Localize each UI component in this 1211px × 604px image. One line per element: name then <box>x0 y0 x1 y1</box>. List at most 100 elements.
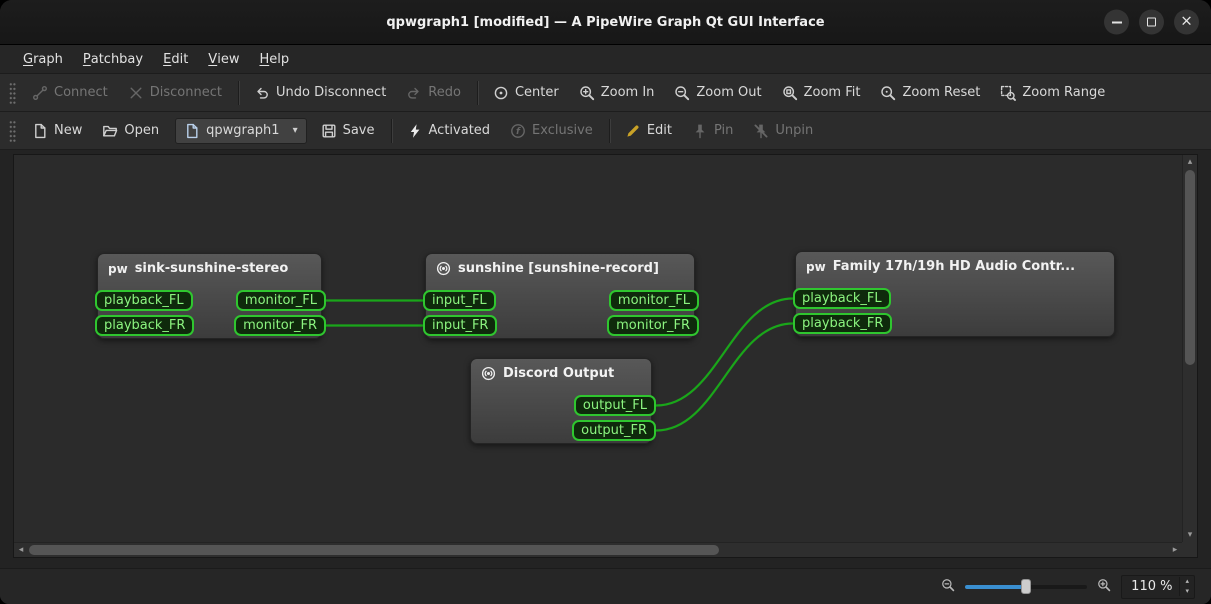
canvas-wrap: pw sink-sunshine-stereo playback_FL playbac… <box>0 150 1211 568</box>
statusbar: 110 % ▴ ▾ <box>0 568 1211 604</box>
close-icon: × <box>1180 11 1193 30</box>
save-button[interactable]: Save <box>312 117 384 145</box>
center-button[interactable]: Center <box>484 79 568 107</box>
port-family-playback_FR[interactable]: playback_FR <box>793 313 893 334</box>
node-header: pw sink-sunshine-stereo <box>98 254 321 276</box>
node-title: sunshine [sunshine-record] <box>458 261 659 276</box>
spin-down-icon[interactable]: ▾ <box>1180 587 1194 597</box>
slider-thumb[interactable] <box>1021 579 1032 594</box>
minimize-button[interactable] <box>1104 9 1129 35</box>
node-sink[interactable]: pw sink-sunshine-stereo playback_FLplaybac… <box>95 253 326 339</box>
zoom-fit-button[interactable]: Zoom Fit <box>773 79 870 107</box>
toolbar-label: Zoom Fit <box>803 85 861 100</box>
port-sunshine-monitor_FR[interactable]: monitor_FR <box>607 315 699 336</box>
zoom-reset-icon <box>880 85 896 101</box>
pipewire-icon: pw <box>806 259 826 274</box>
pin-icon <box>692 123 708 139</box>
port-sink-monitor_FR[interactable]: monitor_FR <box>234 315 326 336</box>
unpin-button[interactable]: Unpin <box>744 117 822 145</box>
port-label: playback_FR <box>802 316 884 331</box>
node-title: Family 17h/19h HD Audio Contr... <box>832 259 1076 274</box>
port-sink-playback_FL[interactable]: playback_FL <box>95 290 193 311</box>
zoom-in-icon <box>579 85 595 101</box>
zoom-fit-icon <box>782 85 798 101</box>
exclusive-button[interactable]: f Exclusive <box>501 117 602 145</box>
scroll-down-arrow-icon[interactable]: ▾ <box>1183 528 1197 542</box>
port-sink-monitor_FL[interactable]: monitor_FL <box>235 290 326 311</box>
zoom-range-button[interactable]: Zoom Range <box>991 79 1114 107</box>
toolbar-label: Open <box>124 123 160 138</box>
toolbar-grip[interactable] <box>9 81 16 104</box>
toolbar-separator <box>390 118 393 143</box>
port-family-playback_FL[interactable]: playback_FL <box>793 288 891 309</box>
scroll-left-arrow-icon[interactable]: ◂ <box>14 543 28 557</box>
toolbar-label: Exclusive <box>532 123 593 138</box>
node-title: sink-sunshine-stereo <box>134 261 289 276</box>
activated-button[interactable]: Activated <box>398 117 500 145</box>
connection-wire[interactable] <box>655 322 794 432</box>
redo-button[interactable]: Redo <box>397 79 470 107</box>
redo-icon <box>406 85 422 101</box>
close-button[interactable]: × <box>1174 9 1199 35</box>
maximize-button[interactable] <box>1139 9 1164 35</box>
new-icon <box>32 123 48 139</box>
horizontal-scroll-thumb[interactable] <box>29 545 719 555</box>
scroll-right-arrow-icon[interactable]: ▸ <box>1168 543 1182 557</box>
window-controls: × <box>1104 9 1199 35</box>
zoom-in-icon[interactable] <box>1097 578 1111 596</box>
toolbar-label: Edit <box>646 123 672 138</box>
zoom-out-button[interactable]: Zoom Out <box>665 79 770 107</box>
port-label: input_FR <box>432 318 489 333</box>
zoom-in-button[interactable]: Zoom In <box>570 79 664 107</box>
pin-button[interactable]: Pin <box>683 117 742 145</box>
port-discord-output_FR[interactable]: output_FR <box>572 420 656 441</box>
connect-button[interactable]: Connect <box>23 79 117 107</box>
port-discord-output_FL[interactable]: output_FL <box>573 395 656 416</box>
window-title: qpwgraph1 [modified] — A PipeWire Graph … <box>386 14 825 30</box>
menu-graph[interactable]: Graph <box>13 45 73 73</box>
toolbar-grip[interactable] <box>9 119 16 142</box>
vertical-scrollbar[interactable]: ▴ ▾ <box>1182 155 1197 542</box>
toolbar-label: qpwgraph1 <box>206 123 280 138</box>
port-sunshine-input_FR[interactable]: input_FR <box>423 315 498 336</box>
menu-view[interactable]: View <box>198 45 249 73</box>
toolbar-main: Connect Disconnect Undo Disconnect Redo Cent… <box>0 74 1211 112</box>
toolbar-separator <box>237 80 240 105</box>
undo-disconnect-button[interactable]: Undo Disconnect <box>245 79 395 107</box>
node-header: pw Family 17h/19h HD Audio Contr... <box>796 252 1114 274</box>
menu-help[interactable]: Help <box>249 45 299 73</box>
new-button[interactable]: New <box>23 117 91 145</box>
record-icon <box>481 366 496 381</box>
horizontal-scrollbar[interactable]: ◂ ▸ <box>14 542 1182 557</box>
zoom-reset-button[interactable]: Zoom Reset <box>871 79 989 107</box>
graph-canvas[interactable]: pw sink-sunshine-stereo playback_FL playbac… <box>14 155 1182 542</box>
disconnect-button[interactable]: Disconnect <box>119 79 231 107</box>
toolbar-label: Redo <box>428 85 461 100</box>
session-combo[interactable]: qpwgraph1 ▾ <box>175 117 307 144</box>
zoom-spinbox[interactable]: 110 % ▴ ▾ <box>1121 574 1195 599</box>
zoom-slider[interactable] <box>965 578 1088 595</box>
menubar: Graph Patchbay Edit View Help <box>0 45 1211 74</box>
node-family[interactable]: pw Family 17h/19h HD Audio Contr... playba… <box>793 251 1115 337</box>
spin-arrows: ▴ ▾ <box>1179 576 1194 597</box>
titlebar[interactable]: qpwgraph1 [modified] — A PipeWire Graph … <box>0 0 1211 45</box>
node-sunshine[interactable]: sunshine [sunshine-record] input_FL input_… <box>423 253 699 339</box>
zoom-out-icon[interactable] <box>941 578 955 596</box>
toolbar-separator <box>476 80 479 105</box>
toolbar-label: Unpin <box>775 123 814 138</box>
menu-edit[interactable]: Edit <box>153 45 198 73</box>
port-label: monitor_FL <box>244 293 317 308</box>
open-button[interactable]: Open <box>93 117 168 145</box>
port-sunshine-monitor_FL[interactable]: monitor_FL <box>608 290 699 311</box>
port-sink-playback_FR[interactable]: playback_FR <box>95 315 195 336</box>
menu-patchbay[interactable]: Patchbay <box>73 45 153 73</box>
zoom-value: 110 % <box>1131 579 1173 594</box>
spin-up-icon[interactable]: ▴ <box>1180 577 1194 587</box>
port-label: playback_FL <box>104 293 184 308</box>
scroll-up-arrow-icon[interactable]: ▴ <box>1183 155 1197 169</box>
edit-button[interactable]: Edit <box>616 117 681 145</box>
vertical-scroll-thumb[interactable] <box>1185 170 1195 365</box>
node-discord[interactable]: Discord Output output_FL output_FR <box>470 358 656 444</box>
edit-icon <box>625 123 641 139</box>
port-sunshine-input_FL[interactable]: input_FL <box>423 290 496 311</box>
